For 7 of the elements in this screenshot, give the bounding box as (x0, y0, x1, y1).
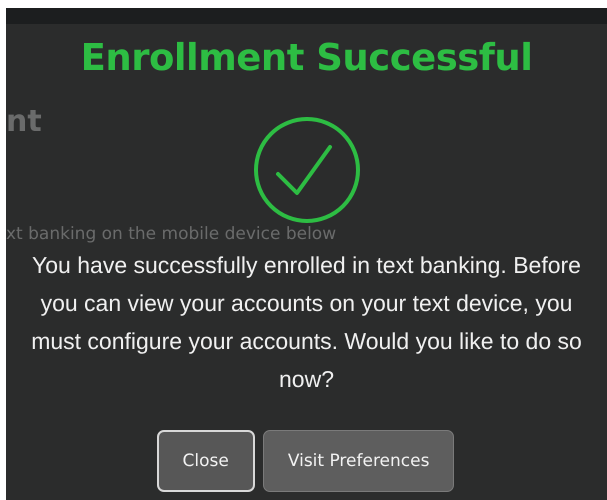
dialog-title: Enrollment Successful (80, 36, 532, 80)
checkmark-circle-icon (252, 116, 360, 224)
page-text: xt banking on the mobile device below (6, 224, 338, 244)
dialog-button[interactable]: Close (156, 430, 255, 492)
page-heading: nt (6, 104, 43, 140)
dialog-button[interactable]: Visit Preferences (262, 430, 454, 492)
dialog-message: You have successfully enrolled in text banking. Before you can view your accounts on your text device, you must configure your accounts. Would you like to do so now? (30, 251, 583, 394)
